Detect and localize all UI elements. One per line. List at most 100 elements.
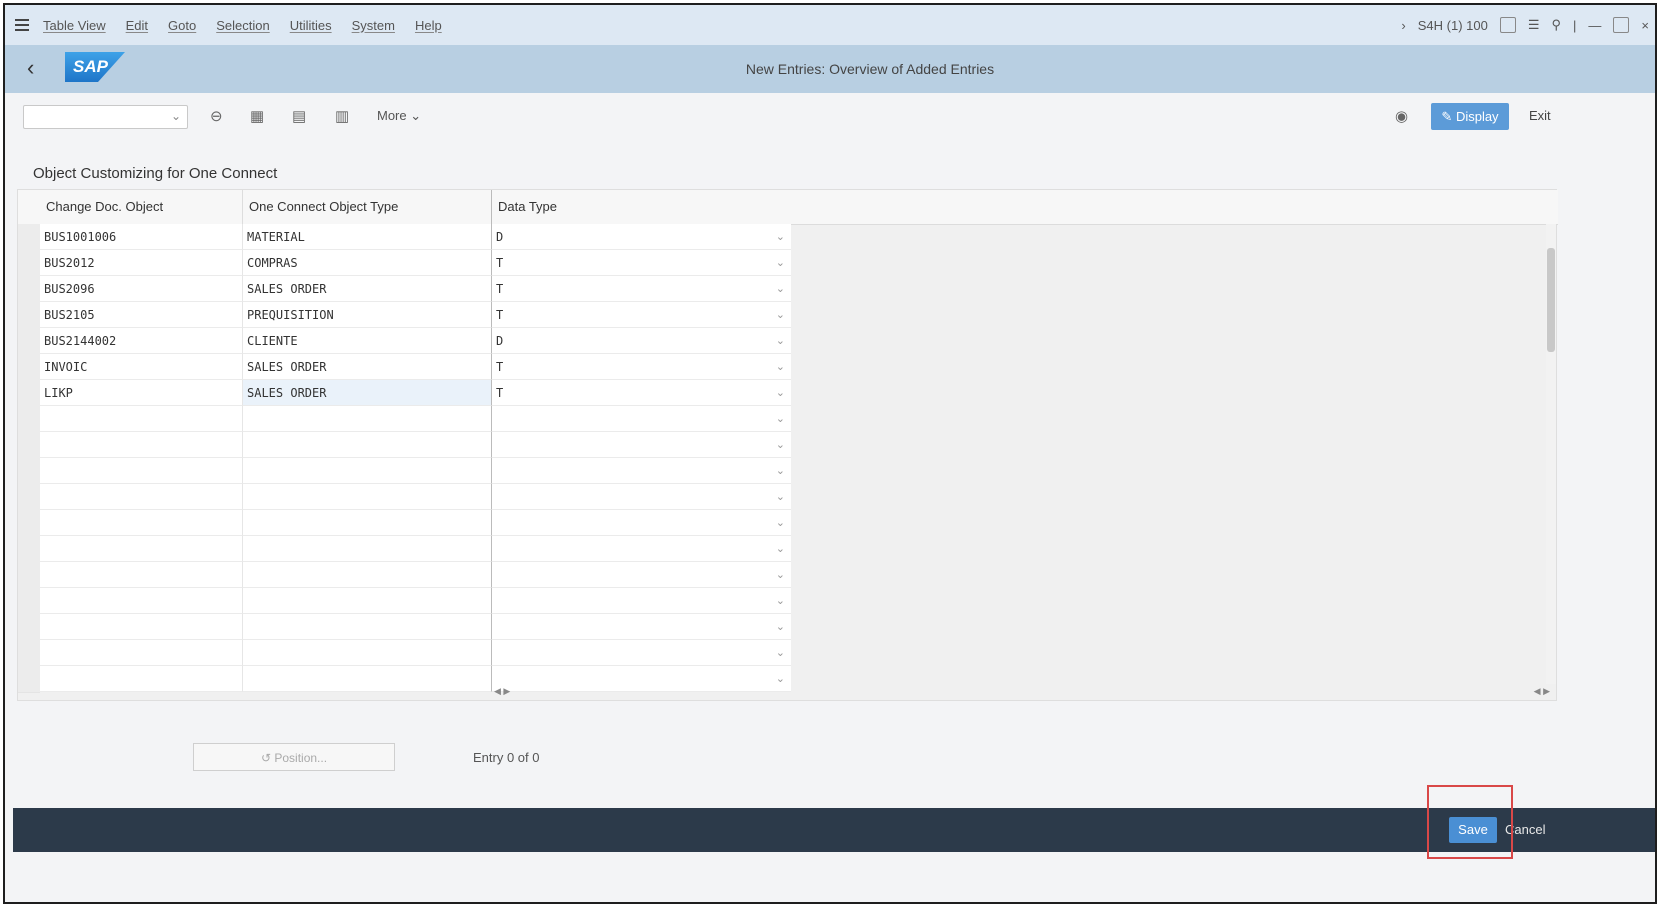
data-type-cell[interactable]: ⌄ bbox=[491, 536, 791, 562]
scrollbar-thumb[interactable] bbox=[1547, 248, 1555, 352]
chevron-down-icon[interactable]: ⌄ bbox=[776, 406, 785, 432]
row-selector[interactable] bbox=[18, 458, 40, 485]
data-type-cell[interactable]: D ⌄ bbox=[491, 224, 791, 250]
table-row[interactable]: BUS2144002 CLIENTE D ⌄ bbox=[18, 328, 1558, 355]
data-type-cell[interactable]: ⌄ bbox=[491, 406, 791, 432]
deselect-all-icon[interactable]: ▥ bbox=[335, 107, 349, 125]
change-doc-object-cell[interactable]: BUS1001006 bbox=[40, 224, 242, 250]
change-doc-object-cell[interactable] bbox=[40, 640, 242, 666]
data-type-cell[interactable]: ⌄ bbox=[491, 588, 791, 614]
row-selector[interactable] bbox=[18, 250, 40, 277]
maximize-icon[interactable] bbox=[1613, 17, 1630, 33]
object-type-cell[interactable]: CLIENTE bbox=[242, 328, 491, 354]
row-selector[interactable] bbox=[18, 276, 40, 303]
chevron-down-icon[interactable]: ⌄ bbox=[776, 640, 785, 666]
row-selector[interactable] bbox=[18, 354, 40, 381]
lock-icon[interactable]: ⚲ bbox=[1551, 17, 1561, 33]
change-doc-object-cell[interactable] bbox=[40, 406, 242, 432]
change-doc-object-cell[interactable] bbox=[40, 484, 242, 510]
menu-goto[interactable]: Goto bbox=[168, 18, 196, 33]
chevron-down-icon[interactable]: ⌄ bbox=[776, 250, 785, 276]
horizontal-scroll-arrows[interactable]: ◀ ▶ bbox=[494, 686, 510, 697]
row-selector[interactable] bbox=[18, 224, 40, 251]
table-row[interactable]: ⌄ bbox=[18, 536, 1558, 563]
column-header[interactable]: One Connect Object Type bbox=[242, 190, 491, 224]
chevron-down-icon[interactable]: ⌄ bbox=[776, 354, 785, 380]
chevron-down-icon[interactable]: ⌄ bbox=[776, 666, 785, 692]
change-doc-object-cell[interactable] bbox=[40, 536, 242, 562]
table-row[interactable]: ⌄ bbox=[18, 614, 1558, 641]
chevron-down-icon[interactable]: ⌄ bbox=[776, 328, 785, 354]
table-row[interactable]: ⌄ bbox=[18, 588, 1558, 615]
menu-selection[interactable]: Selection bbox=[216, 18, 269, 33]
table-row[interactable]: ⌄ bbox=[18, 432, 1558, 459]
data-type-cell[interactable]: ⌄ bbox=[491, 562, 791, 588]
data-type-cell[interactable]: ⌄ bbox=[491, 484, 791, 510]
chevron-down-icon[interactable]: ⌄ bbox=[776, 432, 785, 458]
chevron-down-icon[interactable]: ⌄ bbox=[776, 224, 785, 250]
change-doc-object-cell[interactable]: BUS2144002 bbox=[40, 328, 242, 354]
change-doc-object-cell[interactable] bbox=[40, 432, 242, 458]
chevron-down-icon[interactable]: ⌄ bbox=[776, 380, 785, 406]
table-row[interactable]: ⌄ bbox=[18, 510, 1558, 537]
table-row[interactable]: ⌄ bbox=[18, 666, 1558, 693]
row-selector[interactable] bbox=[18, 666, 40, 693]
change-doc-object-cell[interactable]: LIKP bbox=[40, 380, 242, 406]
table-row[interactable]: BUS2012 COMPRAS T ⌄ bbox=[18, 250, 1558, 277]
chevron-down-icon[interactable]: ⌄ bbox=[776, 510, 785, 536]
hamburger-menu-icon[interactable] bbox=[15, 19, 29, 31]
data-type-cell[interactable]: T ⌄ bbox=[491, 380, 791, 406]
chevron-down-icon[interactable]: ⌄ bbox=[776, 562, 785, 588]
data-type-cell[interactable]: ⌄ bbox=[491, 510, 791, 536]
object-type-cell[interactable] bbox=[242, 588, 491, 614]
table-row[interactable]: ⌄ bbox=[18, 484, 1558, 511]
minimize-icon[interactable]: — bbox=[1588, 18, 1601, 33]
table-row[interactable]: ⌄ bbox=[18, 406, 1558, 433]
menu-edit[interactable]: Edit bbox=[126, 18, 148, 33]
change-doc-object-cell[interactable] bbox=[40, 588, 242, 614]
table-row[interactable]: ⌄ bbox=[18, 640, 1558, 667]
chevron-down-icon[interactable]: ⌄ bbox=[776, 614, 785, 640]
menu-utilities[interactable]: Utilities bbox=[290, 18, 332, 33]
data-type-cell[interactable]: ⌄ bbox=[491, 640, 791, 666]
object-type-cell[interactable] bbox=[242, 484, 491, 510]
row-selector[interactable] bbox=[18, 510, 40, 537]
chevron-down-icon[interactable]: ⌄ bbox=[776, 276, 785, 302]
command-field[interactable]: ⌄ bbox=[23, 105, 188, 129]
object-type-cell[interactable]: MATERIAL bbox=[242, 224, 491, 250]
object-type-cell[interactable] bbox=[242, 536, 491, 562]
table-row[interactable]: ⌄ bbox=[18, 562, 1558, 589]
row-selector[interactable] bbox=[18, 588, 40, 615]
object-type-cell[interactable]: COMPRAS bbox=[242, 250, 491, 276]
row-selector[interactable] bbox=[18, 562, 40, 589]
table-row[interactable]: LIKP SALES ORDER T ⌄ bbox=[18, 380, 1558, 407]
change-doc-object-cell[interactable]: INVOIC bbox=[40, 354, 242, 380]
chevron-down-icon[interactable]: ⌄ bbox=[776, 588, 785, 614]
object-type-cell[interactable]: PREQUISITION bbox=[242, 302, 491, 328]
horizontal-scroll-arrows[interactable]: ◀ ▶ bbox=[1534, 686, 1550, 697]
session-dropdown-icon[interactable] bbox=[1499, 17, 1516, 33]
table-row[interactable]: BUS2096 SALES ORDER T ⌄ bbox=[18, 276, 1558, 303]
table-row[interactable]: BUS2105 PREQUISITION T ⌄ bbox=[18, 302, 1558, 329]
change-doc-object-cell[interactable]: BUS2105 bbox=[40, 302, 242, 328]
position-button[interactable]: ↺ Position... bbox=[193, 743, 395, 771]
chevron-down-icon[interactable]: ⌄ bbox=[171, 109, 181, 123]
row-selector[interactable] bbox=[18, 380, 40, 407]
object-type-cell[interactable] bbox=[242, 458, 491, 484]
more-button[interactable]: More ⌄ bbox=[377, 108, 421, 124]
change-doc-object-cell[interactable]: BUS2012 bbox=[40, 250, 242, 276]
table-row[interactable]: BUS1001006 MATERIAL D ⌄ bbox=[18, 224, 1558, 251]
select-block-icon[interactable]: ▤ bbox=[292, 107, 306, 125]
change-doc-object-cell[interactable]: BUS2096 bbox=[40, 276, 242, 302]
change-doc-object-cell[interactable] bbox=[40, 458, 242, 484]
menu-table-view[interactable]: Table View bbox=[43, 18, 106, 33]
change-doc-object-cell[interactable] bbox=[40, 666, 242, 692]
object-type-cell[interactable] bbox=[242, 510, 491, 536]
row-selector[interactable] bbox=[18, 432, 40, 459]
row-selector[interactable] bbox=[18, 640, 40, 667]
object-type-cell[interactable]: SALES ORDER bbox=[242, 354, 491, 380]
data-type-cell[interactable]: T ⌄ bbox=[491, 302, 791, 328]
close-icon[interactable]: × bbox=[1641, 18, 1649, 33]
chevron-right-icon[interactable]: › bbox=[1401, 18, 1405, 33]
data-type-cell[interactable]: ⌄ bbox=[491, 614, 791, 640]
